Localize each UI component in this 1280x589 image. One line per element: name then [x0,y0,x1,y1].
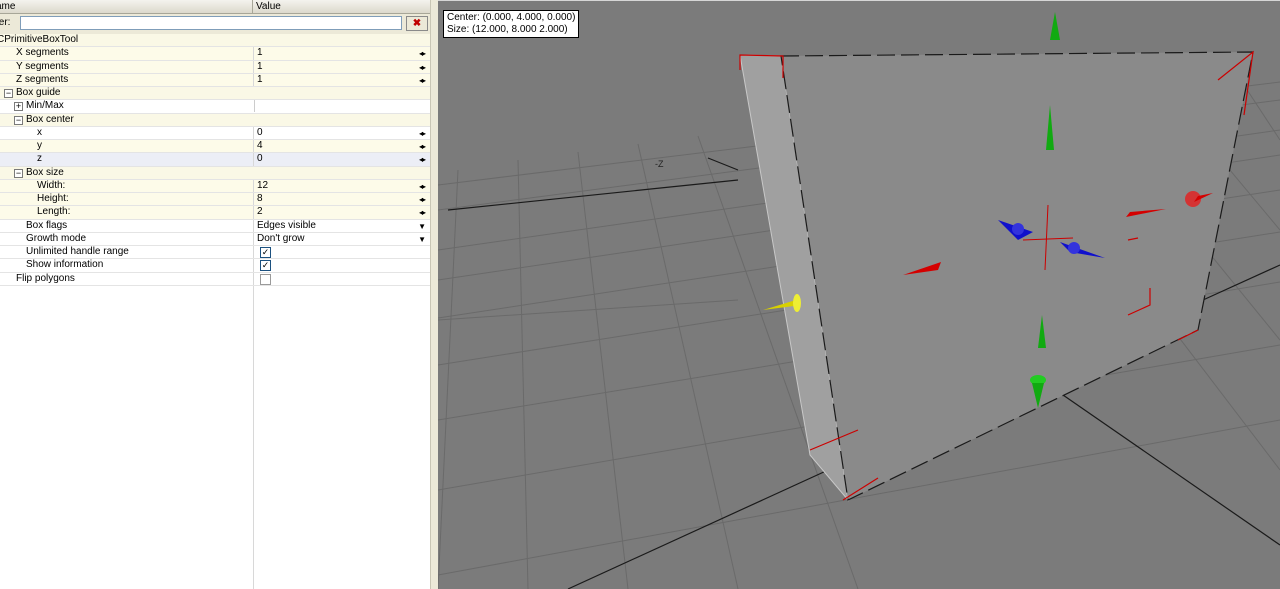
flip-polygons-checkbox[interactable] [260,273,271,285]
dropdown-arrow-icon[interactable]: ▼ [418,234,426,245]
property-label: Unlimited handle range [26,246,129,257]
filter-input[interactable] [20,16,402,30]
property-value[interactable]: 0 [257,127,263,139]
property-value[interactable]: 0 [257,153,263,165]
viewport-top-border [438,0,1280,1]
property-label: y [37,140,42,151]
property-row-center-y[interactable]: y 4 ◂▸ [0,140,430,154]
property-value[interactable]: 8 [257,193,263,205]
property-row-height[interactable]: Height: 8 ◂▸ [0,193,430,207]
property-row-z-segments[interactable]: Z segments 1 ◂▸ [0,73,430,87]
spinner-arrows-icon[interactable]: ◂▸ [419,207,426,218]
spinner-arrows-icon[interactable]: ◂▸ [419,141,426,152]
collapse-icon[interactable]: − [14,168,23,178]
group-label: Box size [26,166,64,178]
property-row-width[interactable]: Width: 12 ◂▸ [0,179,430,193]
spinner-arrows-icon[interactable]: ◂▸ [419,194,426,205]
panel-splitter[interactable] [430,0,438,589]
property-value[interactable]: 1 [257,74,263,86]
unlimited-handle-range-checkbox[interactable]: ✓ [260,247,271,258]
group-label: Box guide [16,87,61,98]
property-group-box-size[interactable]: − Box size [0,166,430,180]
tree-root-row[interactable]: CPrimitiveBoxTool [0,34,430,48]
close-x-icon: ✖ [412,17,422,29]
property-value[interactable]: 2 [257,206,263,218]
property-label: x [37,126,42,138]
property-row-length[interactable]: Length: 2 ◂▸ [0,206,430,220]
property-label: Box flags [26,219,68,231]
dropdown-arrow-icon[interactable]: ▼ [418,221,426,232]
property-panel: ame Value ter: ✖ CPrimitiveBoxTool X seg… [0,0,430,589]
expand-icon[interactable]: + [14,102,23,112]
property-value[interactable]: 12 [257,180,268,192]
viewport-info-box: Center: (0.000, 4.000, 0.000) Size: (12.… [443,10,580,38]
column-divider [253,286,254,589]
box-flags-select[interactable]: Edges visible [257,220,316,232]
spinner-arrows-icon[interactable]: ◂▸ [419,154,426,165]
collapse-icon[interactable]: − [14,115,23,125]
property-row-growth-mode[interactable]: Growth mode Don't grow ▼ [0,232,430,246]
name-column-header[interactable]: ame [0,0,253,14]
spinner-arrows-icon[interactable]: ◂▸ [419,62,426,73]
size-readout: Size: (12.000, 8.000 2.000) [447,24,568,35]
clear-filter-button[interactable]: ✖ [406,16,428,31]
property-value[interactable]: 1 [257,47,263,59]
property-value[interactable]: 4 [257,140,263,152]
3d-viewport[interactable]: Center: (0.000, 4.000, 0.000) Size: (12.… [438,0,1280,589]
property-label: X segments [16,47,69,59]
property-label: Width: [37,179,66,191]
property-label: Y segments [16,60,69,72]
property-row-box-flags[interactable]: Box flags Edges visible ▼ [0,219,430,233]
property-label: Height: [37,193,69,204]
filter-label: ter: [0,17,11,28]
property-row-y-segments[interactable]: Y segments 1 ◂▸ [0,60,430,74]
property-label: Flip polygons [16,272,75,284]
property-group-box-center[interactable]: − Box center [0,113,430,127]
show-information-checkbox[interactable]: ✓ [260,260,271,272]
property-label: Z segments [16,73,69,85]
spinner-arrows-icon[interactable]: ◂▸ [419,181,426,192]
spinner-arrows-icon[interactable]: ◂▸ [419,75,426,86]
property-list: CPrimitiveBoxTool X segments 1 ◂▸ Y segm… [0,34,430,286]
value-column-header[interactable]: Value [253,0,430,14]
spinner-arrows-icon[interactable]: ◂▸ [419,128,426,139]
property-label: Show information [26,259,104,271]
property-row-unlimited-handle-range[interactable]: Unlimited handle range ✓ [0,246,430,260]
property-label: z [37,153,42,165]
center-readout: Center: (0.000, 4.000, 0.000) [447,12,576,23]
axis-label-neg-z: -Z [655,159,664,169]
property-row-x-segments[interactable]: X segments 1 ◂▸ [0,47,430,61]
property-label: Length: [37,206,71,218]
tree-root-label: CPrimitiveBoxTool [0,34,79,45]
property-row-center-z[interactable]: z 0 ◂▸ [0,153,430,167]
min-max-value-cell [254,100,430,113]
property-group-box-guide[interactable]: − Box guide [0,87,430,101]
property-value[interactable]: 1 [257,61,263,73]
property-row-show-information[interactable]: Show information ✓ [0,259,430,273]
property-row-flip-polygons[interactable]: Flip polygons [0,272,430,286]
group-label: Min/Max [26,100,64,112]
group-label: Box center [26,113,74,125]
growth-mode-select[interactable]: Don't grow [257,233,305,245]
collapse-icon[interactable]: − [4,89,13,98]
spinner-arrows-icon[interactable]: ◂▸ [419,48,426,59]
property-row-center-x[interactable]: x 0 ◂▸ [0,126,430,140]
filter-bar: ter: ✖ [0,14,430,34]
property-group-min-max[interactable]: + Min/Max [0,100,430,114]
property-label: Growth mode [26,232,87,244]
